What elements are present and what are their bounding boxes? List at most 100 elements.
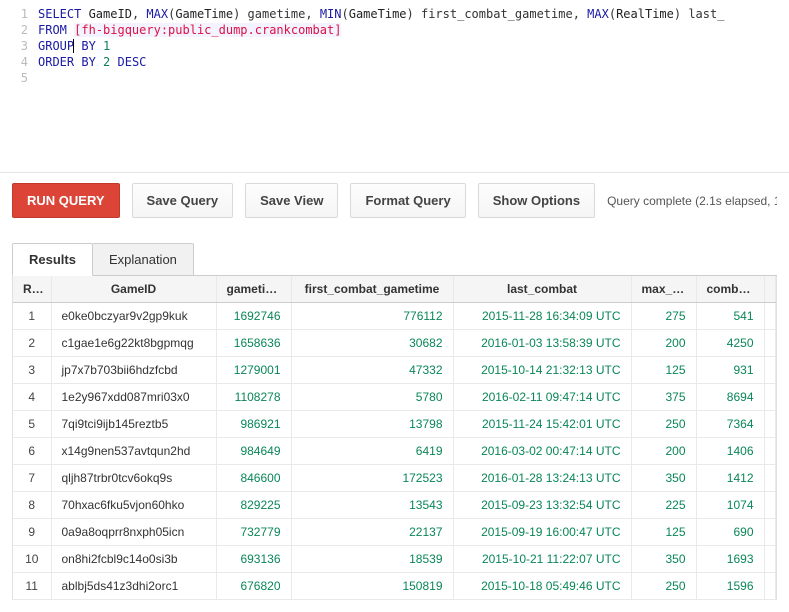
cell-row: 2 (13, 330, 51, 357)
cell-max-hp: 200 (631, 438, 696, 465)
cell-gameid: e0ke0bczyar9v2gp9kuk (51, 303, 216, 330)
cell-max-hp: 250 (631, 411, 696, 438)
cell-row: 10 (13, 546, 51, 573)
run-query-button[interactable]: RUN QUERY (12, 183, 120, 218)
cell-first-combat: 172523 (291, 465, 453, 492)
cell-gameid: x14g9nen537avtqun2hd (51, 438, 216, 465)
toolbar: RUN QUERY Save Query Save View Format Qu… (0, 173, 789, 234)
save-view-button[interactable]: Save View (245, 183, 338, 218)
cell-extra (764, 546, 776, 573)
cell-gameid: 0a9a8oqprr8nxph05icn (51, 519, 216, 546)
code-line[interactable]: FROM [fh-bigquery:public_dump.crankcomba… (38, 22, 789, 38)
cell-combats: 541 (696, 303, 764, 330)
table-row[interactable]: 3jp7x7b703bii6hdzfcbd1279001473322015-10… (13, 357, 776, 384)
cell-last-combat: 2016-01-28 13:24:13 UTC (453, 465, 631, 492)
query-status: Query complete (2.1s elapsed, 139 MB pro… (607, 194, 777, 208)
table-row[interactable]: 6x14g9nen537avtqun2hd98464964192016-03-0… (13, 438, 776, 465)
table-row[interactable]: 57qi9tci9ijb145reztb5986921137982015-11-… (13, 411, 776, 438)
cell-last-combat: 2015-10-21 11:22:07 UTC (453, 546, 631, 573)
table-row[interactable]: 90a9a8oqprr8nxph05icn732779221372015-09-… (13, 519, 776, 546)
cell-extra (764, 384, 776, 411)
code-token: FROM (38, 23, 74, 37)
table-row[interactable]: 11ablbj5ds41z3dhi2orc16768201508192015-1… (13, 573, 776, 600)
col-extra (764, 276, 776, 303)
cell-combats: 1412 (696, 465, 764, 492)
code-line[interactable] (38, 70, 789, 86)
cell-row: 7 (13, 465, 51, 492)
line-gutter: 12345 (0, 6, 38, 170)
cell-combats: 1693 (696, 546, 764, 573)
cell-last-combat: 2015-11-24 15:42:01 UTC (453, 411, 631, 438)
line-number: 4 (0, 54, 28, 70)
format-query-button[interactable]: Format Query (350, 183, 465, 218)
cell-row: 4 (13, 384, 51, 411)
cell-gametime: 732779 (216, 519, 291, 546)
sql-editor[interactable]: 12345 SELECT GameID, MAX(GameTime) gamet… (0, 0, 789, 172)
cell-extra (764, 573, 776, 600)
cell-max-hp: 125 (631, 519, 696, 546)
code-token: GameTime (175, 7, 233, 21)
cell-extra (764, 519, 776, 546)
cell-last-combat: 2016-03-02 00:47:14 UTC (453, 438, 631, 465)
table-row[interactable]: 7qljh87trbr0tcv6okq9s8466001725232016-01… (13, 465, 776, 492)
cell-first-combat: 13798 (291, 411, 453, 438)
table-row[interactable]: 2c1gae1e6g22kt8bgpmqg1658636306822016-01… (13, 330, 776, 357)
code-token: DESC (110, 55, 146, 69)
code-token: ( (609, 7, 616, 21)
cell-gametime: 984649 (216, 438, 291, 465)
cell-gametime: 846600 (216, 465, 291, 492)
cell-first-combat: 22137 (291, 519, 453, 546)
code-token: GameID (89, 7, 132, 21)
cell-row: 5 (13, 411, 51, 438)
tab-results[interactable]: Results (12, 243, 93, 276)
line-number: 3 (0, 38, 28, 54)
save-query-button[interactable]: Save Query (132, 183, 234, 218)
table-body: 1e0ke0bczyar9v2gp9kuk16927467761122015-1… (13, 303, 776, 600)
cell-extra (764, 330, 776, 357)
code-token: ) first_combat_gametime, (407, 7, 588, 21)
cell-last-combat: 2016-02-11 09:47:14 UTC (453, 384, 631, 411)
cell-gameid: 70hxac6fku5vjon60hko (51, 492, 216, 519)
cell-gameid: 1e2y967xdd087mri03x0 (51, 384, 216, 411)
show-options-button[interactable]: Show Options (478, 183, 595, 218)
cell-row: 9 (13, 519, 51, 546)
col-gameid[interactable]: GameID (51, 276, 216, 303)
cell-row: 8 (13, 492, 51, 519)
table-row[interactable]: 870hxac6fku5vjon60hko829225135432015-09-… (13, 492, 776, 519)
col-first-combat[interactable]: first_combat_gametime (291, 276, 453, 303)
code-line[interactable]: GROUP BY 1 (38, 38, 789, 54)
cell-gametime: 676820 (216, 573, 291, 600)
cell-max-hp: 225 (631, 492, 696, 519)
cell-gametime: 693136 (216, 546, 291, 573)
col-gametime[interactable]: gametime (216, 276, 291, 303)
code-line[interactable]: SELECT GameID, MAX(GameTime) gametime, M… (38, 6, 789, 22)
cell-last-combat: 2015-09-23 13:32:54 UTC (453, 492, 631, 519)
cell-extra (764, 411, 776, 438)
cell-gameid: qljh87trbr0tcv6okq9s (51, 465, 216, 492)
table-row[interactable]: 1e0ke0bczyar9v2gp9kuk16927467761122015-1… (13, 303, 776, 330)
tab-explanation[interactable]: Explanation (93, 243, 194, 276)
code-token: MAX (587, 7, 609, 21)
cell-last-combat: 2015-11-28 16:34:09 UTC (453, 303, 631, 330)
cell-extra (764, 492, 776, 519)
code-token: ( (342, 7, 349, 21)
code-line[interactable]: ORDER BY 2 DESC (38, 54, 789, 70)
cell-last-combat: 2016-01-03 13:58:39 UTC (453, 330, 631, 357)
result-tabs: Results Explanation (12, 242, 777, 276)
col-combats[interactable]: combats (696, 276, 764, 303)
cell-extra (764, 357, 776, 384)
table-row[interactable]: 10on8hi2fcbl9c14o0si3b693136185392015-10… (13, 546, 776, 573)
cell-first-combat: 18539 (291, 546, 453, 573)
col-last-combat[interactable]: last_combat (453, 276, 631, 303)
col-row[interactable]: Row (13, 276, 51, 303)
line-number: 1 (0, 6, 28, 22)
cell-first-combat: 47332 (291, 357, 453, 384)
table-row[interactable]: 41e2y967xdd087mri03x0110827857802016-02-… (13, 384, 776, 411)
code-token: ORDER BY (38, 55, 103, 69)
cell-last-combat: 2015-10-18 05:49:46 UTC (453, 573, 631, 600)
cell-gameid: c1gae1e6g22kt8bgpmqg (51, 330, 216, 357)
code-area[interactable]: SELECT GameID, MAX(GameTime) gametime, M… (38, 6, 789, 170)
col-max-hp[interactable]: max_hp (631, 276, 696, 303)
cell-combats: 8694 (696, 384, 764, 411)
cell-combats: 1406 (696, 438, 764, 465)
